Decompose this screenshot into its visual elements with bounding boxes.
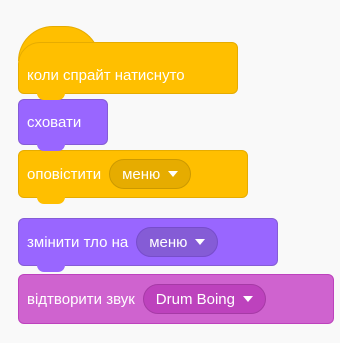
broadcast-dropdown-value: меню	[122, 165, 161, 183]
sound-dropdown-value: Drum Boing	[155, 290, 235, 308]
block-bump	[37, 264, 65, 272]
hide-label: сховати	[27, 113, 82, 131]
switch-backdrop-block[interactable]: змінити тло на меню	[18, 218, 278, 272]
script-canvas: коли спрайт натиснуто сховати оповістити…	[0, 0, 340, 343]
hide-block[interactable]: сховати	[18, 99, 108, 151]
backdrop-dropdown[interactable]: меню	[136, 227, 219, 257]
block-bump	[37, 143, 65, 151]
dropdown-arrow-icon	[168, 171, 179, 177]
sound-dropdown[interactable]: Drum Boing	[142, 284, 266, 314]
when-sprite-clicked-label: коли спрайт натиснуто	[27, 66, 185, 84]
block-bump	[37, 196, 65, 204]
dropdown-arrow-icon	[195, 239, 206, 245]
play-sound-block[interactable]: відтворити звук Drum Boing	[18, 274, 334, 324]
backdrop-dropdown-value: меню	[149, 233, 188, 251]
play-sound-label: відтворити звук	[27, 290, 135, 308]
switch-backdrop-label: змінити тло на	[27, 233, 129, 251]
broadcast-message-dropdown[interactable]: меню	[109, 159, 192, 189]
dropdown-arrow-icon	[243, 296, 253, 302]
block-bump	[37, 92, 65, 100]
broadcast-label: оповістити	[27, 165, 102, 183]
when-sprite-clicked-block[interactable]: коли спрайт натиснуто	[18, 42, 238, 100]
broadcast-block[interactable]: оповістити меню	[18, 150, 248, 204]
